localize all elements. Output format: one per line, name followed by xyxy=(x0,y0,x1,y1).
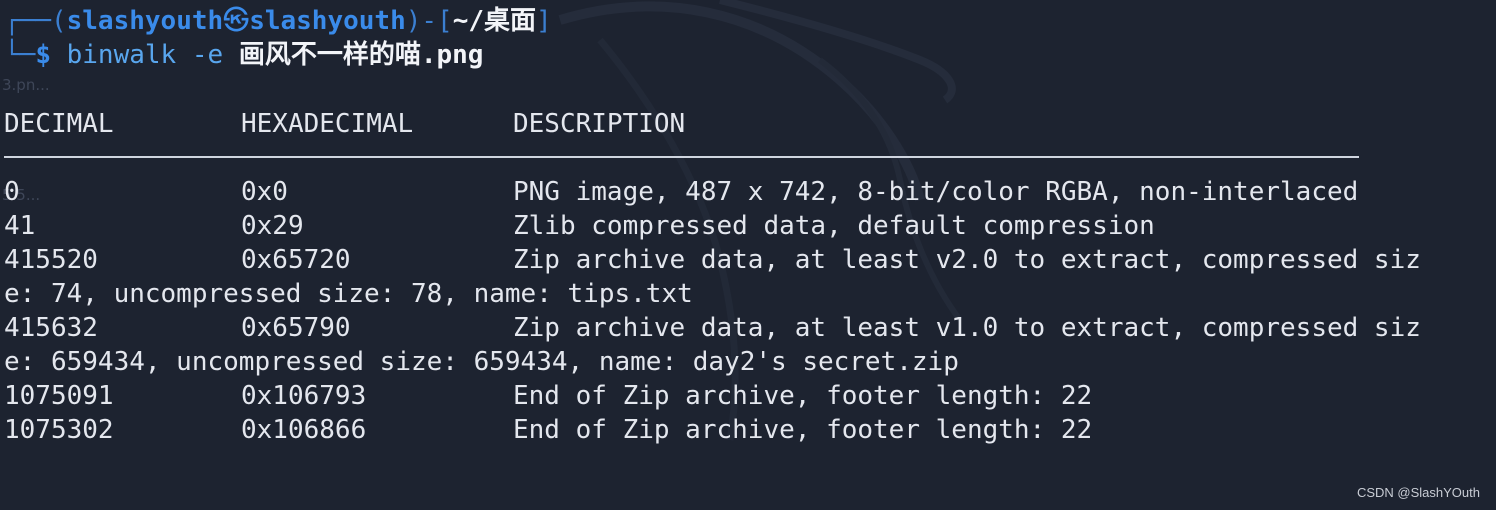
header-decimal: DECIMAL xyxy=(4,109,114,139)
table-row-decimal: 1075091 xyxy=(4,381,114,411)
prompt-cwd: ~/桌面 xyxy=(452,6,537,36)
table-row-hex: 0x65720 xyxy=(241,245,351,275)
table-row-hex: 0x65790 xyxy=(241,313,351,343)
ghost-desktop-label: 3.pn... xyxy=(2,76,50,94)
prompt-dollar: $ xyxy=(35,40,51,70)
command-line[interactable]: └─$ binwalk -e 画风不一样的喵.png xyxy=(4,38,483,72)
prompt-frame-bottom: └─ xyxy=(4,40,36,70)
table-row-description: PNG image, 487 x 742, 8-bit/color RGBA, … xyxy=(513,177,1359,207)
prompt-close-bracket: ] xyxy=(536,6,552,36)
prompt-close-paren: ) xyxy=(405,6,422,36)
csdn-watermark: CSDN @SlashYOuth xyxy=(1356,485,1480,500)
table-row-decimal: 41 xyxy=(4,211,36,241)
table-row-description: Zip archive data, at least v1.0 to extra… xyxy=(513,313,1421,343)
table-row-description: End of Zip archive, footer length: 22 xyxy=(513,381,1093,411)
header-description: DESCRIPTION xyxy=(513,109,686,139)
header-divider xyxy=(4,156,1359,158)
command-flag: -e xyxy=(191,40,224,70)
table-row-hex: 0x29 xyxy=(241,211,304,241)
table-row-decimal: 1075302 xyxy=(4,415,114,445)
skull-separator-icon: ㉿ xyxy=(223,6,250,36)
table-row-hex: 0x106793 xyxy=(241,381,367,411)
table-row-decimal: 415632 xyxy=(4,313,98,343)
table-row-decimal: 415520 xyxy=(4,245,98,275)
prompt-open-paren: ( xyxy=(50,6,67,36)
command-name: binwalk xyxy=(66,40,177,70)
table-row-decimal: 0 xyxy=(4,177,20,207)
prompt-user: slashyouth xyxy=(66,6,224,36)
table-row-wrap: e: 659434, uncompressed size: 659434, na… xyxy=(4,347,959,377)
table-row-description: Zlib compressed data, default compressio… xyxy=(513,211,1155,241)
table-row-hex: 0x0 xyxy=(241,177,288,207)
prompt-line: ┌──(slashyouth㉿slashyouth)-[~/桌面] xyxy=(4,4,552,38)
table-row-hex: 0x106866 xyxy=(241,415,367,445)
prompt-dash: - xyxy=(421,6,438,36)
command-argument: 画风不一样的喵.png xyxy=(238,40,484,70)
prompt-frame-top: ┌── xyxy=(4,6,51,36)
table-row-description: Zip archive data, at least v2.0 to extra… xyxy=(513,245,1421,275)
prompt-open-bracket: [ xyxy=(437,6,453,36)
table-row-description: End of Zip archive, footer length: 22 xyxy=(513,415,1093,445)
header-hexadecimal: HEXADECIMAL xyxy=(241,109,414,139)
prompt-host: slashyouth xyxy=(249,6,406,36)
table-row-wrap: e: 74, uncompressed size: 78, name: tips… xyxy=(4,279,693,309)
